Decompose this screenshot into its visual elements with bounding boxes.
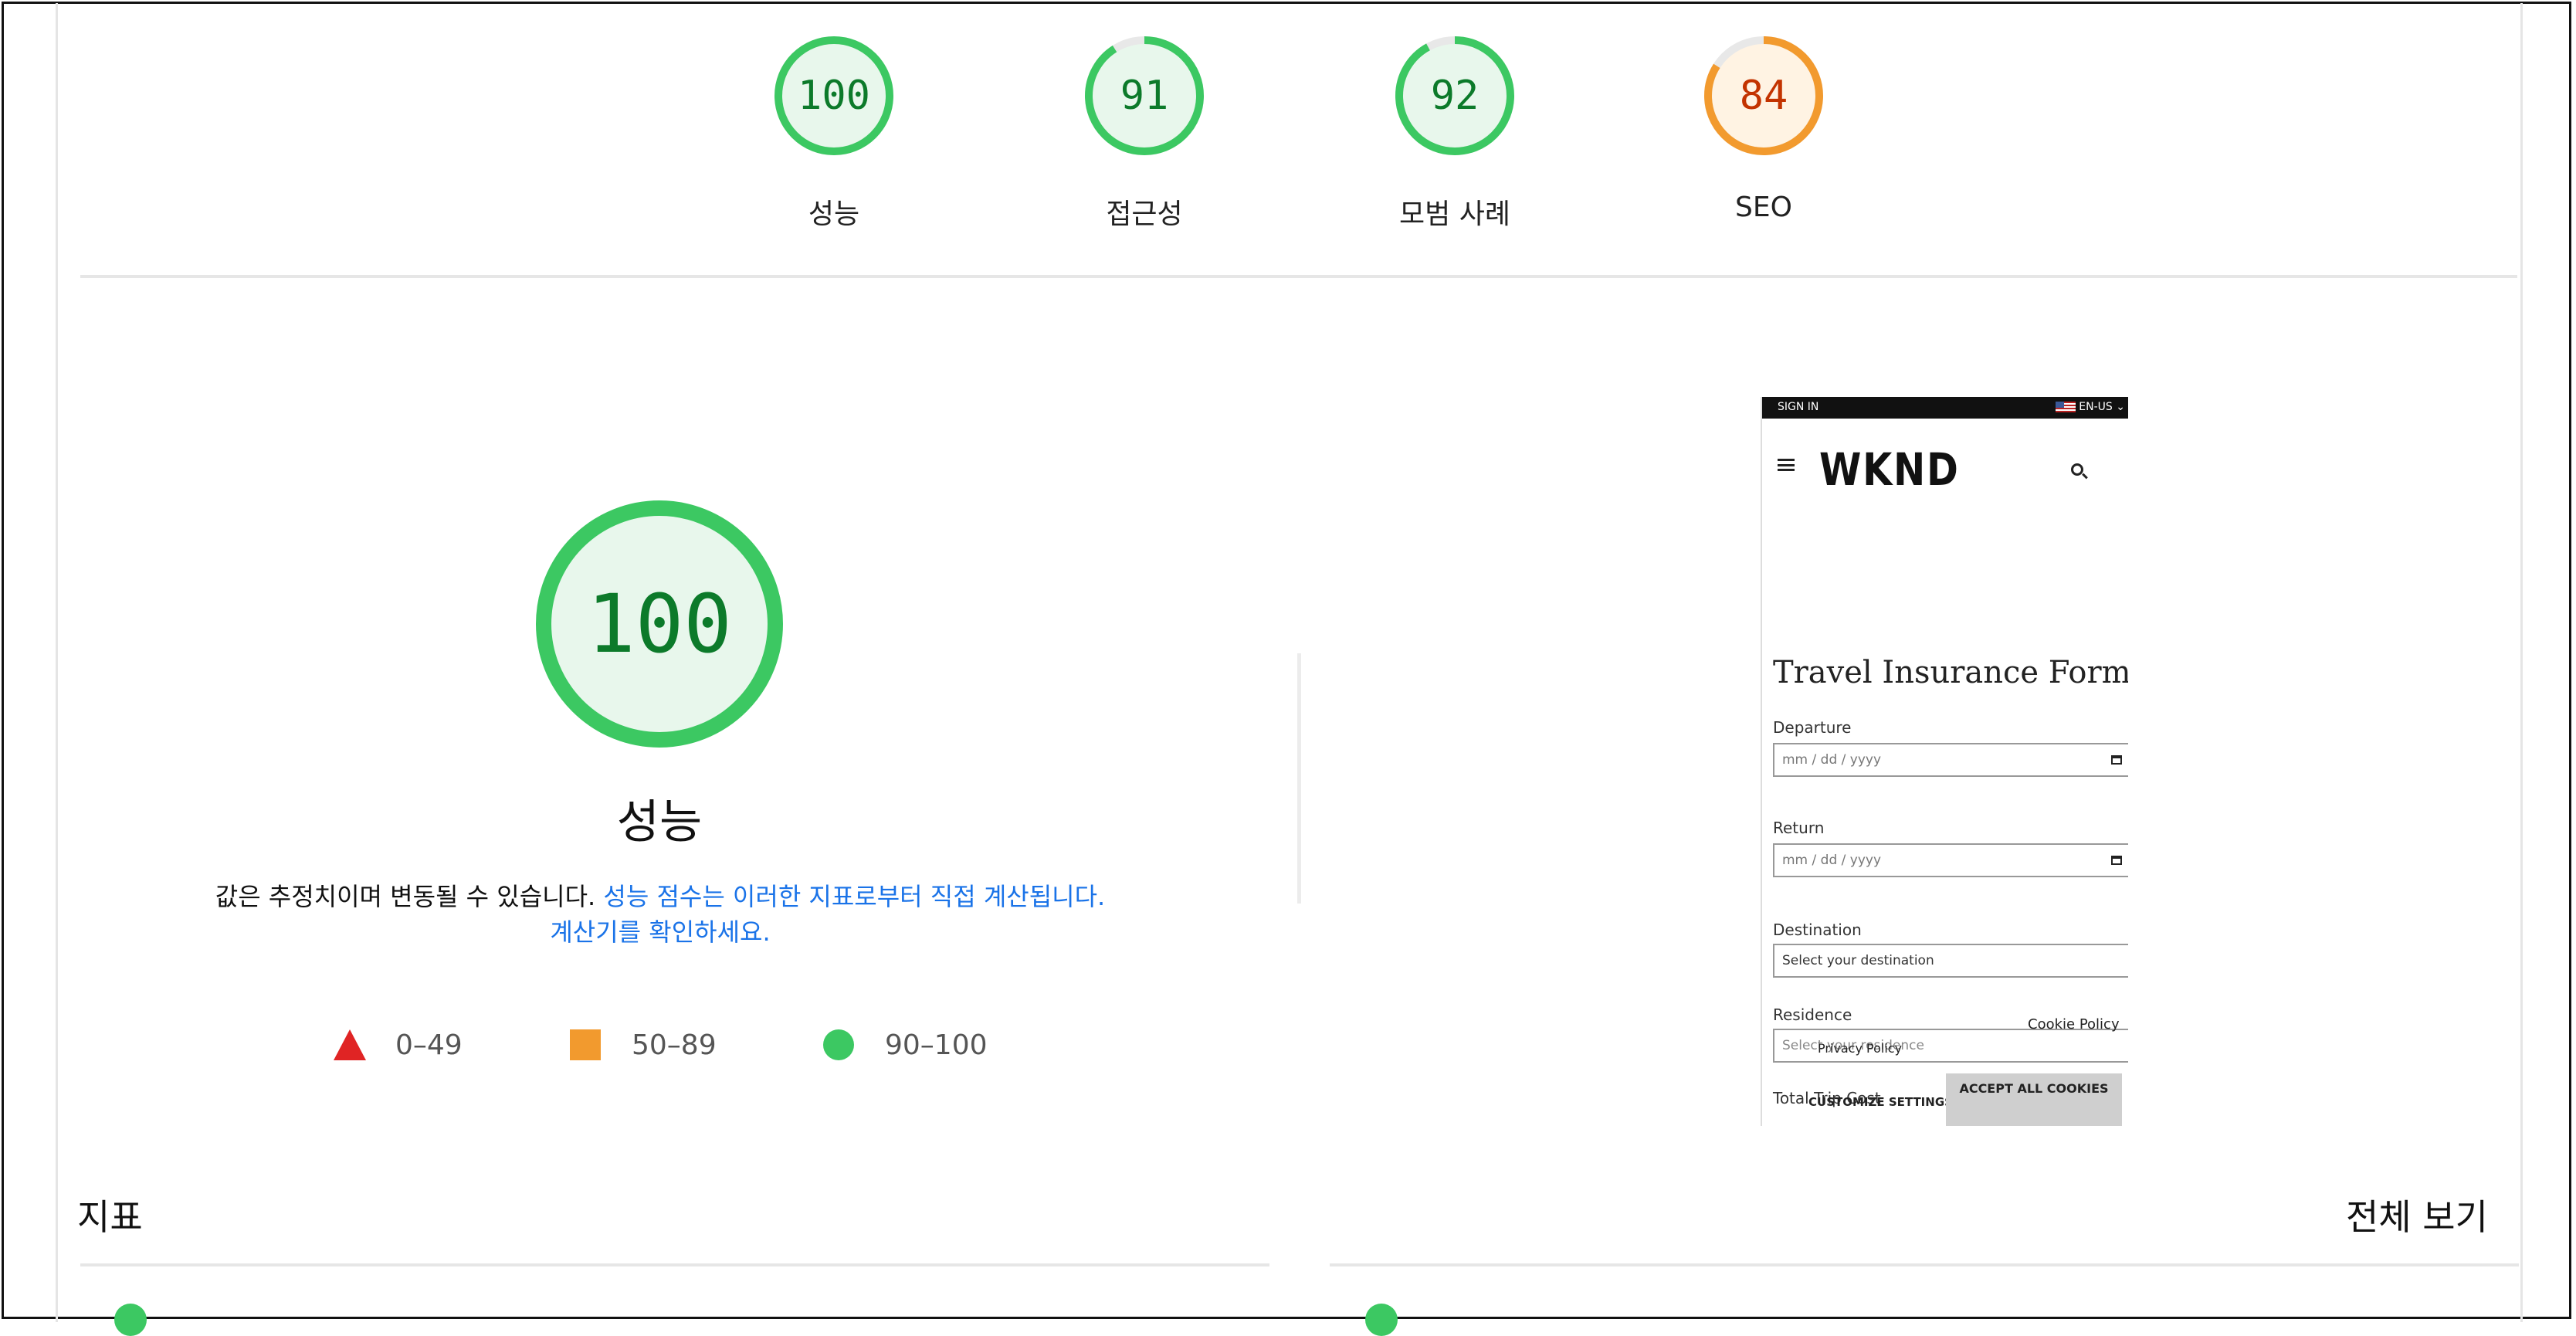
score-label: SEO [1735, 192, 1792, 223]
us-flag-icon [2056, 402, 2076, 412]
residence-label: Residence [1773, 1005, 1852, 1024]
score-calculation-link[interactable]: 성능 점수는 이러한 지표로부터 직접 계산됩니다. [603, 882, 1105, 911]
sign-in-link: SIGN IN [1778, 401, 1819, 413]
circle-icon [823, 1029, 854, 1060]
performance-title: 성능 [616, 795, 703, 849]
form-title: Travel Insurance Form [1773, 655, 2128, 690]
description-text: 값은 추정치이며 변동될 수 있습니다. [215, 882, 604, 911]
departure-label: Departure [1773, 718, 1852, 737]
return-label: Return [1773, 819, 1825, 837]
site-logo: WKND [1819, 443, 1960, 496]
language-selector: EN-US ⌄ [2056, 401, 2125, 413]
column-divider [1297, 653, 1301, 904]
score-label: 성능 [808, 198, 860, 230]
score-gauge[interactable]: 100 [772, 34, 896, 158]
search-icon [2071, 463, 2083, 476]
accept-cookies-button: ACCEPT ALL COOKIES [1946, 1073, 2122, 1126]
gauges-divider [80, 275, 2517, 278]
return-field: mm / dd / yyyy [1773, 843, 2128, 877]
triangle-icon [334, 1029, 366, 1060]
departure-field: mm / dd / yyyy [1773, 743, 2128, 777]
metrics-divider-left [80, 1263, 1269, 1266]
score-gauge[interactable]: 92 [1393, 34, 1517, 158]
metric-status-icon [1365, 1304, 1398, 1336]
left-gutter-line [56, 3, 58, 1322]
metric-status-icon [114, 1304, 147, 1336]
metrics-heading: 지표 [77, 1196, 143, 1238]
metrics-divider-right [1330, 1263, 2519, 1266]
calculator-link[interactable]: 계산기를 확인하세요. [550, 917, 770, 947]
score-gauge[interactable]: 91 [1083, 34, 1206, 158]
legend-good: 90–100 [823, 1026, 988, 1064]
calendar-icon [2111, 856, 2122, 865]
cookie-policy-link: Cookie Policy [2028, 1016, 2120, 1033]
score-value: 100 [798, 73, 870, 119]
destination-select: Select your destination [1773, 944, 2128, 978]
score-label: 접근성 [1106, 198, 1183, 230]
destination-label: Destination [1773, 921, 1862, 939]
view-all-toggle[interactable]: 전체 보기 [2346, 1189, 2488, 1240]
score-value: 92 [1430, 73, 1480, 119]
legend-average: 50–89 [570, 1026, 717, 1064]
legend-poor: 0–49 [334, 1026, 463, 1064]
performance-score: 100 [587, 577, 732, 671]
square-icon [570, 1029, 601, 1060]
score-gauge[interactable]: 84 [1702, 34, 1825, 158]
performance-description: 값은 추정치이며 변동될 수 있습니다. 성능 점수는 이러한 지표로부터 직접… [154, 879, 1166, 950]
legend-average-range: 50–89 [632, 1029, 717, 1061]
window-frame [2, 2, 2571, 1319]
privacy-policy-link: Privacy Policy [1818, 1041, 1903, 1056]
calendar-icon [2111, 755, 2122, 765]
right-gutter-line [2520, 3, 2523, 1322]
score-value: 84 [1739, 73, 1788, 119]
hamburger-menu-icon [1778, 459, 1795, 471]
customize-settings-button: CUSTOMIZE SETTINGS [1808, 1095, 1953, 1109]
performance-gauge: 100 [534, 499, 785, 749]
legend-good-range: 90–100 [885, 1029, 988, 1061]
site-topbar: SIGN IN EN-US ⌄ [1762, 397, 2128, 419]
final-screenshot: SIGN IN EN-US ⌄ WKND Travel Insurance Fo… [1761, 397, 2128, 1126]
score-value: 91 [1120, 73, 1169, 119]
legend-poor-range: 0–49 [395, 1029, 463, 1061]
score-label: 모범 사례 [1399, 198, 1510, 230]
